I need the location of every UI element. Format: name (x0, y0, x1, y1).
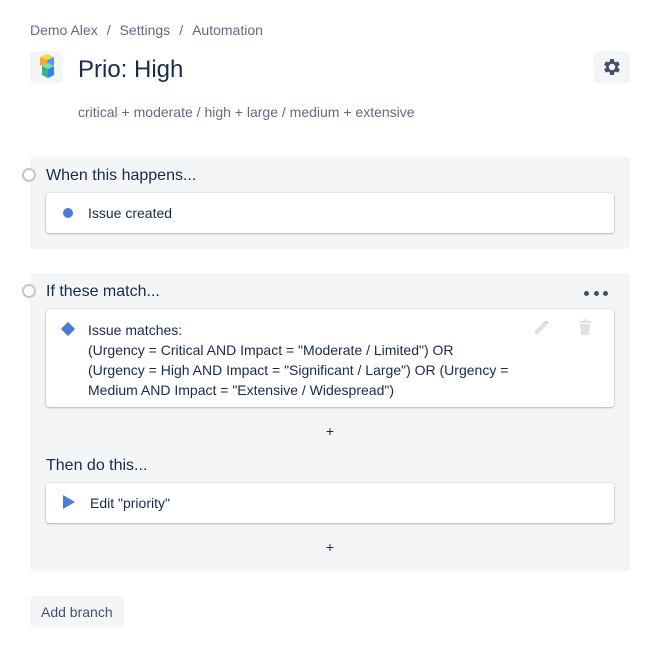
rail-node-icon (22, 284, 36, 298)
condition-card[interactable]: Issue matches: (Urgency = Critical AND I… (46, 309, 614, 407)
add-component-button[interactable]: + (324, 539, 336, 555)
condition-line: (Urgency = Critical AND Impact = "Modera… (88, 342, 454, 358)
breadcrumb-settings[interactable]: Settings (120, 22, 171, 38)
action-label: Edit "priority" (90, 495, 170, 511)
condition-actions (532, 319, 594, 337)
gear-icon (604, 59, 620, 75)
breadcrumb-demo-alex[interactable]: Demo Alex (30, 22, 98, 38)
breadcrumb: Demo Alex / Settings / Automation (30, 22, 263, 38)
trigger-card[interactable]: Issue created (46, 193, 614, 233)
condition-heading: If these match... (46, 283, 160, 300)
trash-icon[interactable] (576, 319, 594, 337)
dot (584, 290, 589, 296)
breadcrumb-separator: / (106, 22, 111, 38)
add-branch-button[interactable]: Add branch (30, 596, 124, 627)
trigger-heading: When this happens... (46, 167, 197, 184)
rule-settings-button[interactable] (594, 51, 630, 83)
play-icon (63, 495, 75, 509)
condition-line: Medium AND Impact = "Extensive / Widespr… (88, 382, 394, 398)
rule-cube-icon (30, 51, 62, 83)
more-options-button[interactable] (584, 285, 608, 301)
breadcrumb-separator: / (179, 22, 184, 38)
trigger-section: When this happens... Issue created (22, 157, 630, 249)
trigger-label: Issue created (88, 205, 173, 221)
condition-line: (Urgency = High AND Impact = "Significan… (88, 362, 509, 378)
pencil-icon[interactable] (532, 319, 550, 337)
condition-line: Issue matches: (88, 322, 183, 338)
rule-description: critical + moderate / high + large / med… (78, 104, 415, 120)
condition-text: Issue matches: (Urgency = Critical AND I… (88, 320, 528, 400)
page-title: Prio: High (78, 56, 184, 83)
dot-icon (63, 208, 73, 218)
dot (603, 290, 608, 296)
action-heading: Then do this... (46, 457, 148, 474)
rail-node-icon (22, 168, 36, 182)
action-card[interactable]: Edit "priority" (46, 483, 614, 523)
condition-section: If these match... Issue matches: (Urgenc… (22, 273, 630, 571)
diamond-icon (60, 321, 76, 337)
dot (593, 290, 599, 296)
add-component-button[interactable]: + (324, 423, 336, 439)
breadcrumb-automation[interactable]: Automation (192, 22, 263, 38)
